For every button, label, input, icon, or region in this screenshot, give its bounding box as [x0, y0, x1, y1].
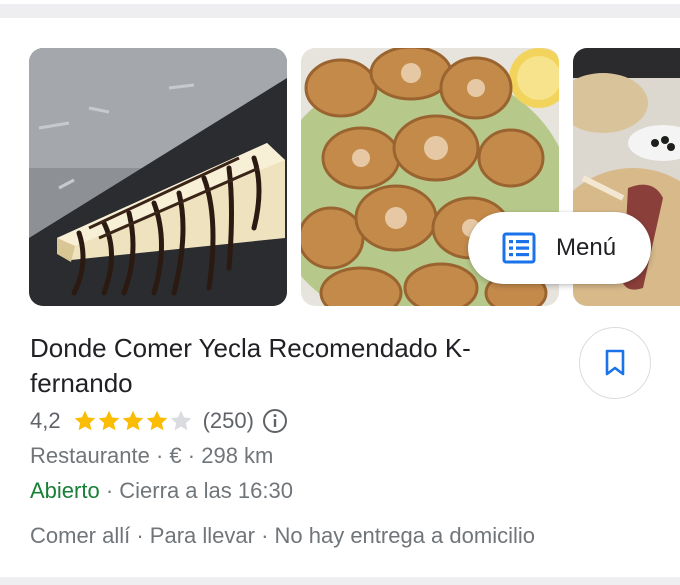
star-filled-icon: [74, 410, 95, 431]
save-button[interactable]: [579, 327, 651, 399]
photo-cheesecake[interactable]: [29, 48, 287, 306]
meta-row: Restaurante · € · 298 km: [30, 441, 273, 471]
info-icon[interactable]: [262, 408, 288, 434]
star-empty-icon: [170, 410, 191, 431]
star-filled-icon: [122, 410, 143, 431]
menu-button[interactable]: Menú: [468, 212, 651, 284]
menu-book-icon: [502, 232, 536, 264]
category: Restaurante: [30, 443, 150, 468]
separator: ·: [181, 443, 202, 468]
rating-stars: [73, 409, 193, 433]
separator: ·: [99, 478, 120, 503]
rating-value: 4,2: [30, 408, 61, 433]
menu-button-label: Menú: [556, 234, 617, 261]
top-divider: [0, 4, 680, 18]
place-title[interactable]: Donde Comer Yecla Recomendado K-fernando: [30, 331, 550, 401]
closing-time: Cierra a las 16:30: [119, 478, 293, 503]
bookmark-icon: [605, 349, 625, 376]
rating-row[interactable]: 4,2 (250): [30, 405, 288, 437]
bottom-divider: [0, 577, 680, 585]
star-filled-icon: [146, 410, 167, 431]
cheesecake-illustration: [29, 48, 287, 306]
distance: 298 km: [201, 443, 274, 468]
price-level: €: [169, 443, 182, 468]
service-options: Comer allí · Para llevar · No hay entreg…: [30, 523, 535, 548]
separator: ·: [149, 443, 170, 468]
hours-row[interactable]: Abierto · Cierra a las 16:30: [30, 476, 293, 506]
review-count: (250): [202, 408, 254, 433]
star-filled-icon: [98, 410, 119, 431]
open-status: Abierto: [30, 478, 100, 503]
